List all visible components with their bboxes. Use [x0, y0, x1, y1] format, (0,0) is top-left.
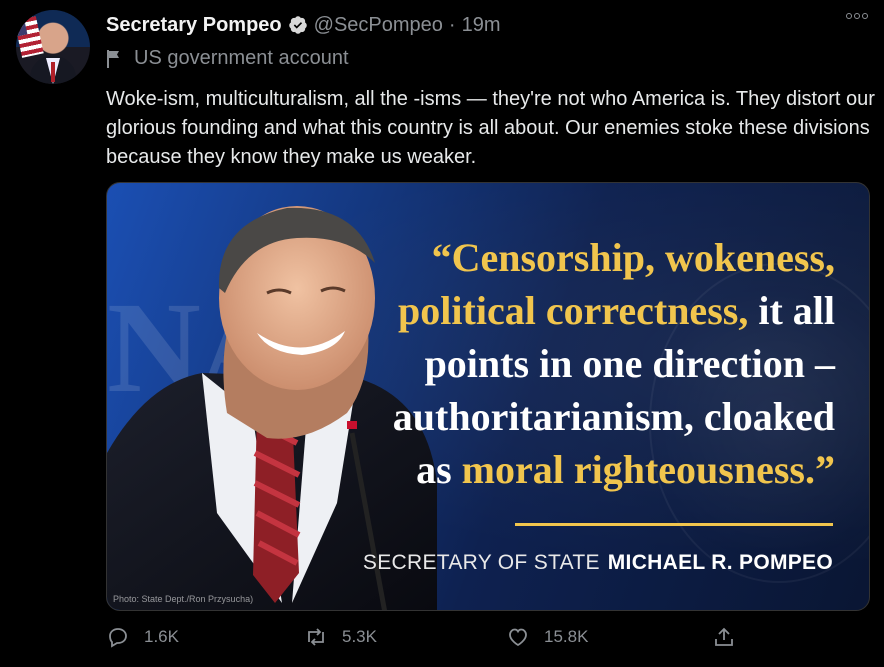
more-options-icon[interactable]	[846, 13, 868, 19]
quote-line: points in one direction –	[345, 337, 835, 390]
quote-part: “Censorship, wokeness,	[431, 235, 835, 280]
like-button[interactable]: 15.8K	[506, 625, 588, 649]
quote-part: points in one direction –	[424, 341, 835, 386]
tweet-actions: 1.6K 5.3K 15.8K	[106, 625, 746, 657]
more-dot	[862, 13, 868, 19]
separator-dot: ·	[448, 13, 456, 36]
share-button[interactable]	[712, 625, 736, 649]
government-label[interactable]: US government account	[106, 47, 349, 70]
verified-badge-icon	[288, 16, 307, 34]
avatar-tie	[51, 62, 55, 82]
tweet-media[interactable]: NA “Censorship, wokeness, political corr…	[106, 182, 870, 611]
quote-line: as moral righteousness.”	[345, 443, 835, 496]
retweet-count: 5.3K	[342, 627, 377, 646]
more-dot	[846, 13, 852, 19]
quote-line: “Censorship, wokeness,	[345, 231, 835, 284]
quote-part: authoritarianism, cloaked	[392, 394, 835, 439]
more-dot	[854, 13, 860, 19]
photo-credit: Photo: State Dept./Ron Przysucha)	[113, 594, 254, 604]
quote-part: political correctness,	[398, 288, 749, 333]
quote-part: as	[416, 447, 462, 492]
like-count: 15.8K	[544, 627, 589, 646]
government-label-text: US government account	[134, 47, 349, 69]
author-name[interactable]: Secretary Pompeo	[106, 14, 282, 37]
share-icon	[715, 627, 733, 646]
avatar[interactable]	[16, 10, 90, 84]
reply-icon	[109, 628, 127, 648]
attribution-title: SECRETARY OF STATE	[362, 551, 600, 574]
quote-line: authoritarianism, cloaked	[345, 390, 835, 443]
reply-count: 1.6K	[144, 627, 179, 646]
tweet-text: Woke-ism, multiculturalism, all the -ism…	[106, 88, 875, 168]
retweet-icon	[308, 628, 324, 646]
retweet-button[interactable]: 5.3K	[304, 625, 377, 649]
quote-part: moral righteousness.”	[461, 447, 835, 492]
reply-button[interactable]: 1.6K	[106, 625, 179, 649]
quote-line: political correctness, it all	[345, 284, 835, 337]
quote-attribution: SECRETARY OF STATE MICHAEL R. POMPEO	[363, 551, 833, 575]
like-icon	[509, 628, 527, 647]
avatar-flag	[16, 16, 44, 58]
quote-part: it all	[748, 288, 835, 333]
tweet-time[interactable]: 19m	[462, 14, 501, 37]
tweet-header: Secretary Pompeo @SecPompeo · 19m	[106, 10, 500, 40]
author-handle[interactable]: @SecPompeo	[314, 14, 443, 37]
quote-divider	[515, 523, 833, 526]
attribution-name: MICHAEL R. POMPEO	[607, 551, 833, 574]
flag-icon	[107, 49, 119, 68]
quote-text: “Censorship, wokeness, political correct…	[345, 231, 835, 496]
